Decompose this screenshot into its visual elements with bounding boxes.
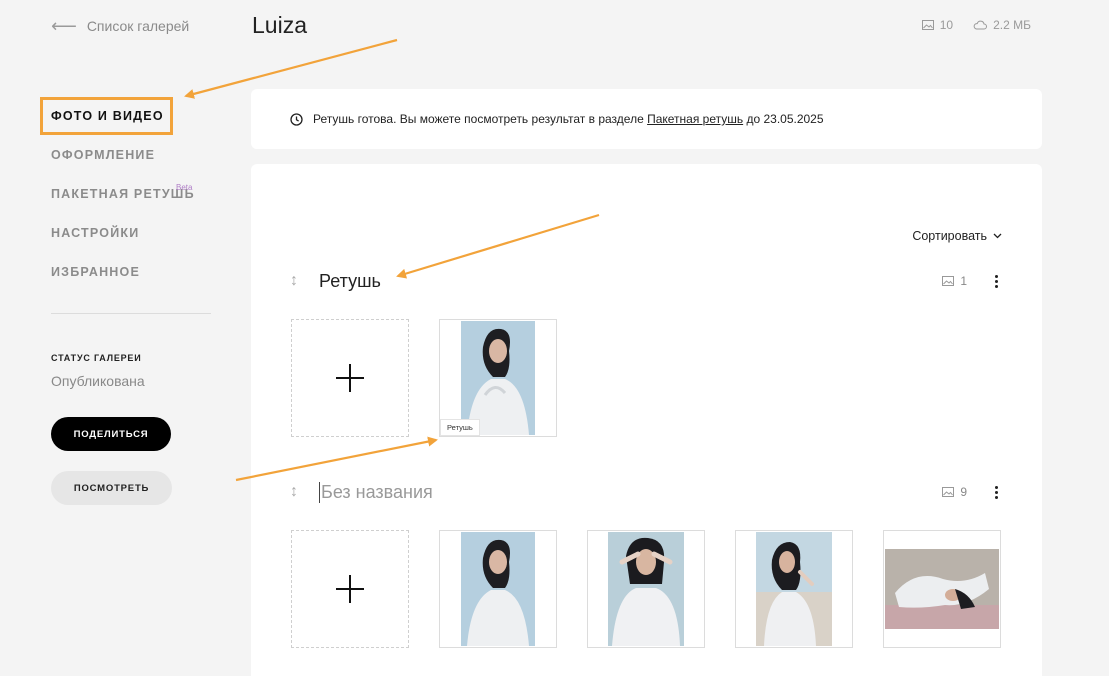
plus-icon — [336, 575, 364, 603]
sort-dropdown[interactable]: Сортировать — [912, 229, 1002, 243]
gallery-stats: 10 2.2 МБ — [921, 18, 1031, 32]
nav-batch-retouch[interactable]: ПАКЕТНАЯ РЕТУШЬ Beta — [51, 183, 211, 222]
gallery-status-value: Опубликована — [51, 373, 145, 389]
image-icon — [942, 487, 955, 497]
add-photo-tile[interactable] — [291, 319, 409, 437]
sidebar-divider — [51, 313, 211, 314]
beta-badge: Beta — [176, 183, 193, 192]
photo-thumbnail — [756, 532, 832, 646]
photo-tile[interactable] — [735, 530, 853, 648]
image-icon — [921, 20, 934, 30]
photo-tile[interactable] — [587, 530, 705, 648]
gallery-title: Luiza — [252, 12, 307, 38]
add-photo-tile[interactable] — [291, 530, 409, 648]
photo-tile[interactable] — [883, 530, 1001, 648]
nav-favorites-label: ИЗБРАННОЕ — [51, 265, 140, 279]
photo-count: 10 — [939, 18, 954, 32]
photo-thumbnail — [885, 549, 999, 629]
clock-icon — [290, 112, 303, 126]
nav-settings[interactable]: НАСТРОЙКИ — [51, 222, 211, 261]
nav-design-label: ОФОРМЛЕНИЕ — [51, 148, 156, 162]
retouch-ready-notice: Ретушь готова. Вы можете посмотреть резу… — [251, 89, 1042, 149]
arrow-left-icon: ⟵ — [51, 16, 77, 36]
photo-tile[interactable] — [439, 530, 557, 648]
image-icon — [942, 276, 955, 286]
back-link-label: Список галерей — [86, 18, 190, 34]
album-photo-count: 1 — [942, 274, 967, 288]
nav-settings-label: НАСТРОЙКИ — [51, 226, 140, 240]
photo-thumbnail — [461, 532, 535, 646]
drag-handle-icon[interactable]: ↕ — [287, 272, 301, 290]
back-to-galleries-link[interactable]: ⟵ Список галерей — [51, 17, 189, 35]
retouch-tag: Ретушь — [440, 419, 480, 436]
album-count-value: 1 — [960, 274, 967, 288]
notice-text: Ретушь готова. Вы можете посмотреть резу… — [313, 112, 824, 126]
drag-handle-icon[interactable]: ↕ — [287, 483, 301, 501]
share-button[interactable]: ПОДЕЛИТЬСЯ — [51, 417, 171, 451]
storage-size: 2.2 МБ — [993, 18, 1031, 32]
highlight-box — [40, 97, 173, 135]
album-title-input[interactable]: Без названия — [319, 481, 433, 503]
arrow-to-nav — [184, 38, 398, 99]
photo-tile[interactable]: Ретушь — [439, 319, 557, 437]
sort-label: Сортировать — [912, 229, 987, 243]
album-photo-count: 9 — [942, 485, 967, 499]
gallery-status-label: СТАТУС ГАЛЕРЕИ — [51, 353, 142, 363]
albums-panel: Сортировать ↕ Ретушь 1 Ретушь ↕ Без назв… — [251, 164, 1042, 676]
photo-thumbnail — [461, 321, 535, 435]
album-header: ↕ Ретушь 1 — [287, 269, 1003, 293]
notice-text-before: Ретушь готова. Вы можете посмотреть резу… — [313, 112, 648, 126]
cloud-icon — [973, 20, 988, 30]
nav-favorites[interactable]: ИЗБРАННОЕ — [51, 261, 211, 300]
view-button[interactable]: ПОСМОТРЕТЬ — [51, 471, 172, 505]
album-title[interactable]: Ретушь — [319, 271, 381, 292]
more-vertical-icon[interactable] — [989, 274, 1003, 288]
album-header: ↕ Без названия 9 — [287, 480, 1003, 504]
notice-text-after: до 23.05.2025 — [743, 112, 824, 126]
nav-batch-retouch-label: ПАКЕТНАЯ РЕТУШЬ — [51, 187, 195, 201]
batch-retouch-link[interactable]: Пакетная ретушь — [647, 112, 743, 126]
more-vertical-icon[interactable] — [989, 485, 1003, 499]
photo-thumbnail — [608, 532, 684, 646]
album-count-value: 9 — [960, 485, 967, 499]
plus-icon — [336, 364, 364, 392]
chevron-down-icon — [993, 233, 1002, 239]
